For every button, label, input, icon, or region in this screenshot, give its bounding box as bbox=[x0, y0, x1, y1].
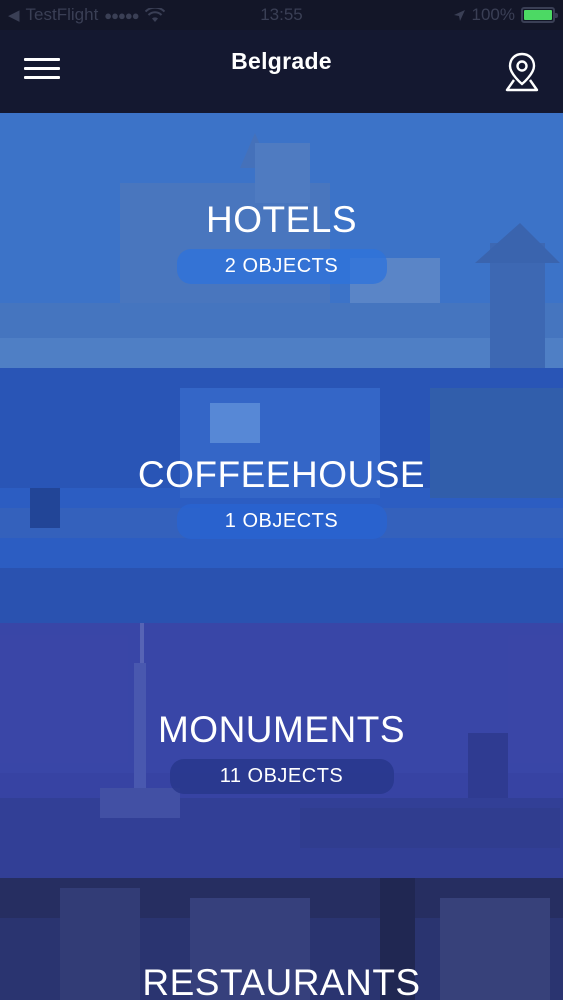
location-arrow-icon bbox=[453, 9, 465, 21]
category-card-restaurants[interactable]: RESTAURANTS bbox=[0, 878, 563, 1000]
category-count-badge: 11 OBJECTS bbox=[169, 759, 394, 794]
category-title: COFFEEHOUSE bbox=[137, 454, 426, 495]
category-count-badge: 2 OBJECTS bbox=[176, 249, 387, 284]
map-pin-icon[interactable] bbox=[505, 51, 539, 93]
category-list: HOTELS 2 OBJECTS COFFEEHOUSE 1 OBJECTS M… bbox=[0, 113, 563, 1000]
status-bar: ◀ TestFlight ●●●●● 13:55 100% bbox=[0, 0, 563, 30]
category-card-hotels[interactable]: HOTELS 2 OBJECTS bbox=[0, 113, 563, 368]
category-title: MONUMENTS bbox=[157, 709, 406, 750]
battery-icon bbox=[521, 7, 558, 23]
battery-percent: 100% bbox=[471, 5, 515, 24]
category-card-coffeehouse[interactable]: COFFEEHOUSE 1 OBJECTS bbox=[0, 368, 563, 623]
category-count-badge: 1 OBJECTS bbox=[176, 504, 387, 539]
category-title: RESTAURANTS bbox=[142, 962, 421, 1000]
page-title: Belgrade bbox=[231, 48, 332, 74]
status-right: 100% bbox=[453, 5, 558, 25]
category-title: HOTELS bbox=[205, 199, 358, 240]
nav-bar: Belgrade bbox=[0, 30, 563, 113]
category-card-monuments[interactable]: MONUMENTS 11 OBJECTS bbox=[0, 623, 563, 878]
